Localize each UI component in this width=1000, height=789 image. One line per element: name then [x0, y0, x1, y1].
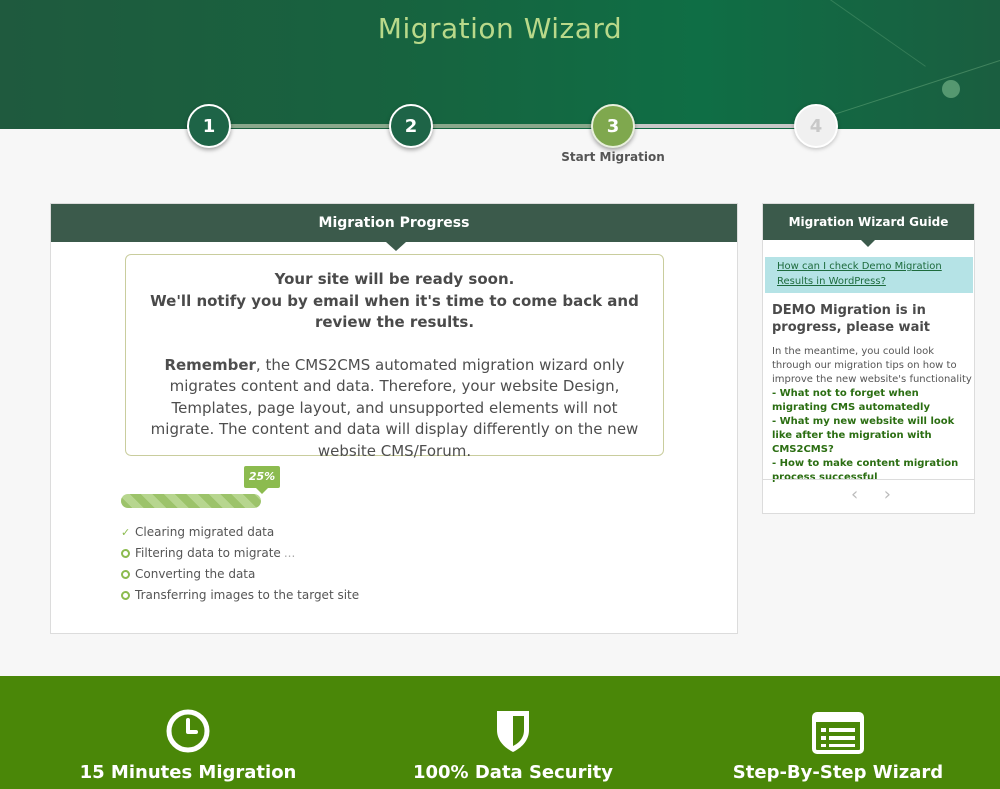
guide-question-link[interactable]: How can I check Demo Migration Results i… — [765, 257, 973, 293]
circle-icon — [121, 591, 130, 600]
notice-line-2: We'll notify you by email when it's time… — [150, 291, 639, 332]
guide-title: Migration Wizard Guide — [763, 204, 974, 247]
guide-tip-link[interactable]: - What not to forget when migrating CMS … — [772, 387, 972, 415]
page-title: Migration Wizard — [377, 12, 623, 45]
feature-wizard: Step-By-Step Wizard — [728, 676, 948, 784]
step-2: 2 — [389, 104, 433, 148]
task-label: Transferring images to the target site — [135, 588, 360, 602]
guide-tip-link[interactable]: - How to make content migration process … — [772, 457, 972, 485]
chevron-right-icon[interactable]: › — [884, 484, 891, 506]
guide-text: In the meantime, you could look through … — [772, 345, 972, 485]
guide-intro: In the meantime, you could look through … — [772, 346, 972, 385]
shield-icon — [403, 704, 623, 754]
remember-word: Remember — [164, 355, 256, 374]
circle-icon — [121, 570, 130, 579]
task-item: Filtering data to migrate... — [121, 543, 359, 564]
circle-icon — [121, 549, 130, 558]
task-label: Filtering data to migrate — [135, 546, 281, 560]
progress-bar — [121, 494, 261, 508]
steps-track — [208, 124, 816, 128]
step-3: 3 — [591, 104, 635, 148]
guide-tip-link[interactable]: - What my new website will look like aft… — [772, 415, 972, 457]
guide-heading: DEMO Migration is in progress, please wa… — [772, 303, 931, 335]
feature-label: 100% Data Security — [412, 762, 614, 783]
progress-bar-fill — [121, 494, 261, 508]
decorative-node — [942, 80, 960, 98]
features-footer: 15 Minutes Migration 100% Data Security … — [0, 676, 1000, 789]
decorative-line — [809, 60, 1000, 123]
feature-migration-time: 15 Minutes Migration — [78, 676, 298, 784]
wizard-guide-panel: Migration Wizard Guide How can I check D… — [762, 203, 975, 514]
panel-title: Migration Progress — [51, 204, 737, 251]
migration-progress-panel: Migration Progress Your site will be rea… — [50, 203, 738, 634]
step-1: 1 — [187, 104, 231, 148]
chevron-left-icon[interactable]: ‹ — [851, 484, 858, 506]
task-label: Converting the data — [135, 567, 256, 581]
task-ellipsis: ... — [283, 546, 296, 560]
step-3-label: Start Migration — [561, 150, 665, 164]
task-item: Converting the data — [121, 564, 359, 585]
task-list: ✓ Clearing migrated data Filtering data t… — [121, 522, 359, 606]
progress-percent-badge: 25% — [244, 466, 280, 494]
clock-icon — [78, 704, 298, 754]
task-item: Transferring images to the target site — [121, 585, 359, 606]
task-label: Clearing migrated data — [135, 525, 275, 539]
task-item: ✓ Clearing migrated data — [121, 522, 359, 543]
notice-box: Your site will be ready soon. We'll noti… — [125, 254, 664, 460]
guide-pager: ‹ › — [851, 484, 891, 506]
feature-label: 15 Minutes Migration — [79, 762, 297, 783]
feature-label: Step-By-Step Wizard — [732, 762, 944, 783]
wizard-header: Migration Wizard — [0, 0, 1000, 129]
notice-line-1: Your site will be ready soon. — [274, 270, 515, 288]
divider — [763, 479, 974, 480]
notice-body: Remember, the CMS2CMS automated migratio… — [140, 355, 649, 463]
check-icon: ✓ — [121, 526, 131, 539]
feature-security: 100% Data Security — [403, 676, 623, 784]
list-icon — [728, 704, 948, 754]
step-4: 4 — [794, 104, 838, 148]
